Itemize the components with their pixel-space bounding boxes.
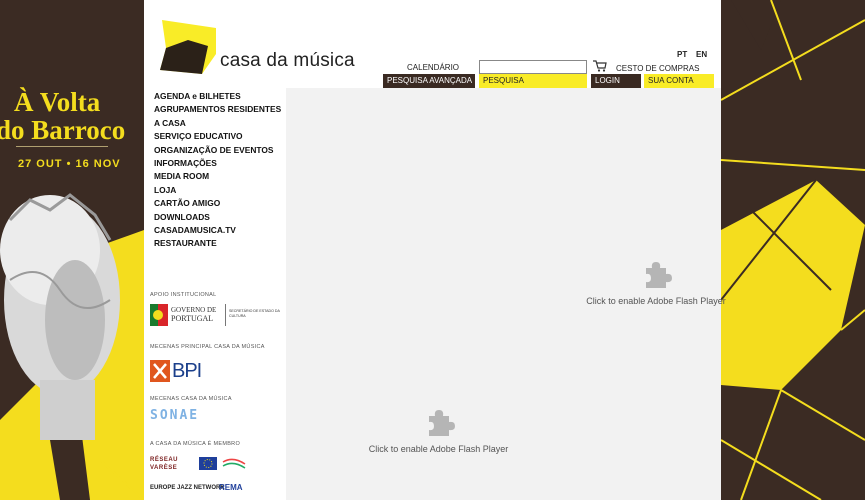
promo-line1: À Volta [14,87,101,117]
lang-en-link[interactable]: EN [696,50,707,59]
rema-text: REMA [219,483,243,492]
gov-line1: GOVERNO DE [171,306,217,314]
promo-artwork [0,0,144,500]
promo-text: À Volta do Barroco 27 OUT • 16 NOV [0,88,144,170]
sonae-text: SONAE [150,408,200,423]
nav-item-informacoes[interactable]: INFORMAÇÕES [154,157,281,170]
search-button[interactable]: PESQUISA [479,74,587,88]
flash-message-bottom: Click to enable Adobe Flash Player [368,444,509,454]
geometric-artwork [721,0,865,500]
nav-item-media-room[interactable]: MEDIA ROOM [154,170,281,183]
flash-plugin-top[interactable]: Click to enable Adobe Flash Player [586,258,726,306]
nav-item-eventos[interactable]: ORGANIZAÇÃO DE EVENTOS [154,144,281,157]
gov-sub: SECRETÁRIO DE ESTADO DA CULTURA [229,309,280,318]
sponsor-label-patron: MECENAS CASA DA MÚSICA [150,396,232,402]
nav-item-agenda[interactable]: AGENDA e BILHETES [154,90,281,103]
sponsor-label-institutional: APOIO INSTITUCIONAL [150,292,217,298]
nav-item-cartao-amigo[interactable]: CARTÃO AMIGO [154,197,281,210]
puzzle-plugin-icon [428,410,455,436]
main-page: casa da música PT EN CALENDÁRIO CESTO DE… [144,0,726,500]
brand-name[interactable]: casa da música [220,50,355,72]
promo-dates: 27 OUT • 16 NOV [18,158,121,170]
search-input[interactable] [479,60,587,74]
reseau-varese-logo[interactable]: RÉSEAU VARÈSE [150,456,190,474]
cart-icon[interactable] [593,60,607,72]
puzzle-plugin-icon [646,262,672,288]
sponsor-label-main-patron: MECENAS PRINCIPAL CASA DA MÚSICA [150,344,265,350]
casa-da-musica-logo-icon[interactable] [158,18,218,74]
main-nav: AGENDA e BILHETES AGRUPAMENTOS RESIDENTE… [154,90,281,251]
lang-pt-link[interactable]: PT [677,50,687,59]
nav-item-loja[interactable]: LOJA [154,184,281,197]
login-button[interactable]: LOGIN [591,74,641,88]
nav-item-servico-educativo[interactable]: SERVIÇO EDUCATIVO [154,130,281,143]
portugal-shield-icon [150,304,168,326]
account-button[interactable]: SUA CONTA [644,74,714,88]
advanced-search-button[interactable]: PESQUISA AVANÇADA [383,74,475,88]
bpi-logo[interactable]: BPI [150,360,210,382]
gov-line2: PORTUGAL [171,314,214,323]
europe-jazz-network-logo[interactable]: EUROPE JAZZ NETWORK [150,485,225,497]
nav-item-restaurante[interactable]: RESTAURANTE [154,237,281,250]
governo-portugal-logo[interactable]: GOVERNO DE PORTUGAL SECRETÁRIO DE ESTADO… [150,303,280,327]
promo-banner-left[interactable]: À Volta do Barroco 27 OUT • 16 NOV [0,0,144,500]
flash-message-top: Click to enable Adobe Flash Player [586,296,726,306]
nav-item-casadamusica-tv[interactable]: CASADAMUSICA.TV [154,224,281,237]
rema-logo[interactable]: REMA [219,483,247,497]
nav-item-downloads[interactable]: DOWNLOADS [154,211,281,224]
nav-item-a-casa[interactable]: A CASA [154,117,281,130]
flash-content-area[interactable]: Click to enable Adobe Flash Player Click… [286,88,726,500]
promo-divider [16,146,108,147]
reseau-text: RÉSEAU VARÈSE [150,457,179,471]
cart-link[interactable]: CESTO DE COMPRAS [616,64,699,73]
eu-culture-logo-icon[interactable] [199,456,247,474]
flash-plugin-bottom[interactable]: Click to enable Adobe Flash Player [356,406,521,454]
nav-item-agrupamentos[interactable]: AGRUPAMENTOS RESIDENTES [154,103,281,116]
sonae-logo[interactable]: SONAE [150,408,225,424]
calendar-link[interactable]: CALENDÁRIO [407,63,459,72]
promo-line2: do Barroco [0,115,126,145]
promo-banner-right[interactable] [721,0,865,500]
europe-jazz-text: EUROPE JAZZ NETWORK [150,485,225,491]
gov-divider [225,304,226,326]
bpi-mark-icon [150,360,170,382]
sponsor-label-member: A CASA DA MÚSICA É MEMBRO [150,441,241,447]
bpi-text: BPI [172,360,202,382]
